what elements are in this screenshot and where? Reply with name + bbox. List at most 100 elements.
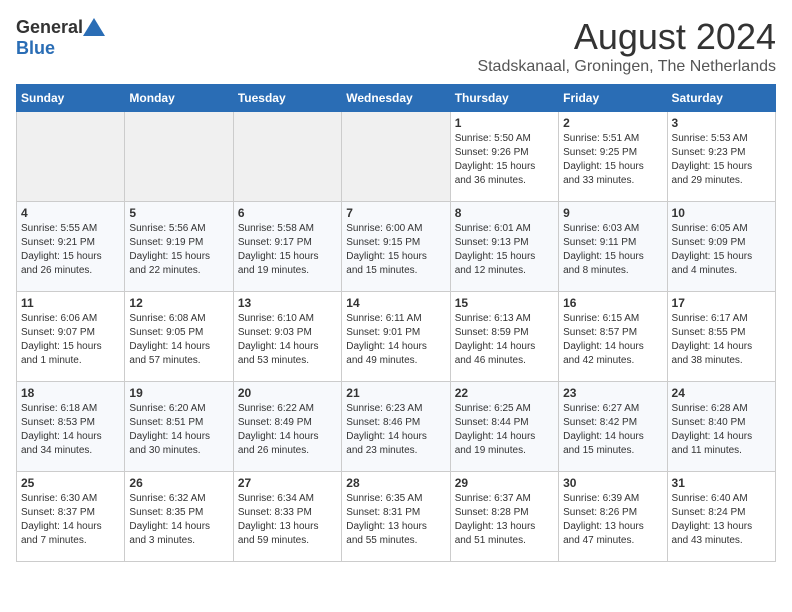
calendar-cell: 9 Sunrise: 6:03 AM Sunset: 9:11 PM Daylig… [559, 202, 667, 292]
day-number: 8 [455, 206, 554, 220]
calendar-cell: 25Sunrise: 6:30 AM Sunset: 8:37 PM Dayli… [17, 472, 125, 562]
calendar-cell: 6 Sunrise: 5:58 AM Sunset: 9:17 PM Daylig… [233, 202, 341, 292]
day-number: 12 [129, 296, 228, 310]
calendar-cell: 2 Sunrise: 5:51 AM Sunset: 9:25 PM Daylig… [559, 112, 667, 202]
calendar-cell: 3 Sunrise: 5:53 AM Sunset: 9:23 PM Daylig… [667, 112, 775, 202]
day-info: Sunrise: 6:39 AM Sunset: 8:26 PM Dayligh… [563, 492, 662, 548]
day-number: 28 [346, 476, 445, 490]
logo-general-text: General [16, 17, 83, 38]
day-info: Sunrise: 6:23 AM Sunset: 8:46 PM Dayligh… [346, 402, 445, 458]
calendar-cell: 8 Sunrise: 6:01 AM Sunset: 9:13 PM Daylig… [450, 202, 558, 292]
calendar-cell: 1 Sunrise: 5:50 AM Sunset: 9:26 PM Daylig… [450, 112, 558, 202]
day-info: Sunrise: 6:25 AM Sunset: 8:44 PM Dayligh… [455, 402, 554, 458]
calendar-cell: 17Sunrise: 6:17 AM Sunset: 8:55 PM Dayli… [667, 292, 775, 382]
calendar-cell [17, 112, 125, 202]
calendar-week-2: 4Sunrise: 5:55 AM Sunset: 9:21 PM Daylig… [17, 202, 776, 292]
title-section: August 2024 Stadskanaal, Groningen, The … [477, 16, 776, 76]
calendar-cell: 11Sunrise: 6:06 AM Sunset: 9:07 PM Dayli… [17, 292, 125, 382]
day-number: 24 [672, 386, 771, 400]
day-number: 7 [346, 206, 445, 220]
calendar-cell: 18Sunrise: 6:18 AM Sunset: 8:53 PM Dayli… [17, 382, 125, 472]
day-number: 1 [455, 116, 554, 130]
day-info: Sunrise: 6:28 AM Sunset: 8:40 PM Dayligh… [672, 402, 771, 458]
calendar-header-row: SundayMondayTuesdayWednesdayThursdayFrid… [17, 85, 776, 112]
day-number: 9 [563, 206, 662, 220]
day-info: Sunrise: 5:58 AM Sunset: 9:17 PM Dayligh… [238, 222, 337, 278]
calendar-cell: 22 Sunrise: 6:25 AM Sunset: 8:44 PM Dayli… [450, 382, 558, 472]
day-number: 22 [455, 386, 554, 400]
day-number: 18 [21, 386, 120, 400]
day-info: Sunrise: 6:34 AM Sunset: 8:33 PM Dayligh… [238, 492, 337, 548]
calendar-week-5: 25Sunrise: 6:30 AM Sunset: 8:37 PM Dayli… [17, 472, 776, 562]
calendar-cell: 31Sunrise: 6:40 AM Sunset: 8:24 PM Dayli… [667, 472, 775, 562]
day-number: 13 [238, 296, 337, 310]
day-number: 5 [129, 206, 228, 220]
day-number: 23 [563, 386, 662, 400]
calendar-cell: 20 Sunrise: 6:22 AM Sunset: 8:49 PM Dayli… [233, 382, 341, 472]
day-number: 30 [563, 476, 662, 490]
logo: General Blue [16, 16, 105, 59]
calendar-cell: 10 Sunrise: 6:05 AM Sunset: 9:09 PM Dayli… [667, 202, 775, 292]
calendar-cell: 4Sunrise: 5:55 AM Sunset: 9:21 PM Daylig… [17, 202, 125, 292]
day-info: Sunrise: 6:13 AM Sunset: 8:59 PM Dayligh… [455, 312, 554, 368]
month-title: August 2024 [477, 16, 776, 58]
logo-blue-text: Blue [16, 38, 55, 59]
calendar-cell [233, 112, 341, 202]
day-number: 4 [21, 206, 120, 220]
day-number: 15 [455, 296, 554, 310]
day-info: Sunrise: 5:53 AM Sunset: 9:23 PM Dayligh… [672, 132, 771, 188]
calendar-cell: 7Sunrise: 6:00 AM Sunset: 9:15 PM Daylig… [342, 202, 450, 292]
calendar-cell: 28 Sunrise: 6:35 AM Sunset: 8:31 PM Dayli… [342, 472, 450, 562]
day-info: Sunrise: 6:05 AM Sunset: 9:09 PM Dayligh… [672, 222, 771, 278]
day-info: Sunrise: 6:37 AM Sunset: 8:28 PM Dayligh… [455, 492, 554, 548]
day-info: Sunrise: 5:50 AM Sunset: 9:26 PM Dayligh… [455, 132, 554, 188]
day-info: Sunrise: 6:40 AM Sunset: 8:24 PM Dayligh… [672, 492, 771, 548]
col-header-sunday: Sunday [17, 85, 125, 112]
day-info: Sunrise: 6:15 AM Sunset: 8:57 PM Dayligh… [563, 312, 662, 368]
day-number: 6 [238, 206, 337, 220]
day-number: 20 [238, 386, 337, 400]
calendar-cell [342, 112, 450, 202]
day-info: Sunrise: 6:35 AM Sunset: 8:31 PM Dayligh… [346, 492, 445, 548]
calendar-week-1: 1 Sunrise: 5:50 AM Sunset: 9:26 PM Daylig… [17, 112, 776, 202]
calendar-cell [125, 112, 233, 202]
day-info: Sunrise: 6:11 AM Sunset: 9:01 PM Dayligh… [346, 312, 445, 368]
day-number: 2 [563, 116, 662, 130]
col-header-tuesday: Tuesday [233, 85, 341, 112]
calendar-cell: 16 Sunrise: 6:15 AM Sunset: 8:57 PM Dayli… [559, 292, 667, 382]
calendar-cell: 5Sunrise: 5:56 AM Sunset: 9:19 PM Daylig… [125, 202, 233, 292]
day-number: 11 [21, 296, 120, 310]
calendar-table: SundayMondayTuesdayWednesdayThursdayFrid… [16, 84, 776, 562]
day-number: 25 [21, 476, 120, 490]
day-info: Sunrise: 6:08 AM Sunset: 9:05 PM Dayligh… [129, 312, 228, 368]
day-info: Sunrise: 6:03 AM Sunset: 9:11 PM Dayligh… [563, 222, 662, 278]
calendar-cell: 29 Sunrise: 6:37 AM Sunset: 8:28 PM Dayli… [450, 472, 558, 562]
day-number: 29 [455, 476, 554, 490]
calendar-cell: 27Sunrise: 6:34 AM Sunset: 8:33 PM Dayli… [233, 472, 341, 562]
calendar-cell: 30 Sunrise: 6:39 AM Sunset: 8:26 PM Dayli… [559, 472, 667, 562]
day-number: 17 [672, 296, 771, 310]
calendar-week-3: 11Sunrise: 6:06 AM Sunset: 9:07 PM Dayli… [17, 292, 776, 382]
logo-bird-icon [83, 16, 105, 38]
day-info: Sunrise: 6:01 AM Sunset: 9:13 PM Dayligh… [455, 222, 554, 278]
day-number: 21 [346, 386, 445, 400]
day-info: Sunrise: 5:51 AM Sunset: 9:25 PM Dayligh… [563, 132, 662, 188]
col-header-thursday: Thursday [450, 85, 558, 112]
day-number: 3 [672, 116, 771, 130]
day-number: 16 [563, 296, 662, 310]
calendar-cell: 12 Sunrise: 6:08 AM Sunset: 9:05 PM Dayli… [125, 292, 233, 382]
day-info: Sunrise: 6:32 AM Sunset: 8:35 PM Dayligh… [129, 492, 228, 548]
day-info: Sunrise: 6:27 AM Sunset: 8:42 PM Dayligh… [563, 402, 662, 458]
col-header-wednesday: Wednesday [342, 85, 450, 112]
day-number: 19 [129, 386, 228, 400]
calendar-cell: 26Sunrise: 6:32 AM Sunset: 8:35 PM Dayli… [125, 472, 233, 562]
day-info: Sunrise: 6:22 AM Sunset: 8:49 PM Dayligh… [238, 402, 337, 458]
day-number: 10 [672, 206, 771, 220]
calendar-week-4: 18Sunrise: 6:18 AM Sunset: 8:53 PM Dayli… [17, 382, 776, 472]
day-number: 14 [346, 296, 445, 310]
calendar-cell: 14 Sunrise: 6:11 AM Sunset: 9:01 PM Dayli… [342, 292, 450, 382]
page-header: General Blue August 2024 Stadskanaal, Gr… [16, 16, 776, 76]
location: Stadskanaal, Groningen, The Netherlands [477, 58, 776, 76]
col-header-monday: Monday [125, 85, 233, 112]
calendar-cell: 15 Sunrise: 6:13 AM Sunset: 8:59 PM Dayli… [450, 292, 558, 382]
